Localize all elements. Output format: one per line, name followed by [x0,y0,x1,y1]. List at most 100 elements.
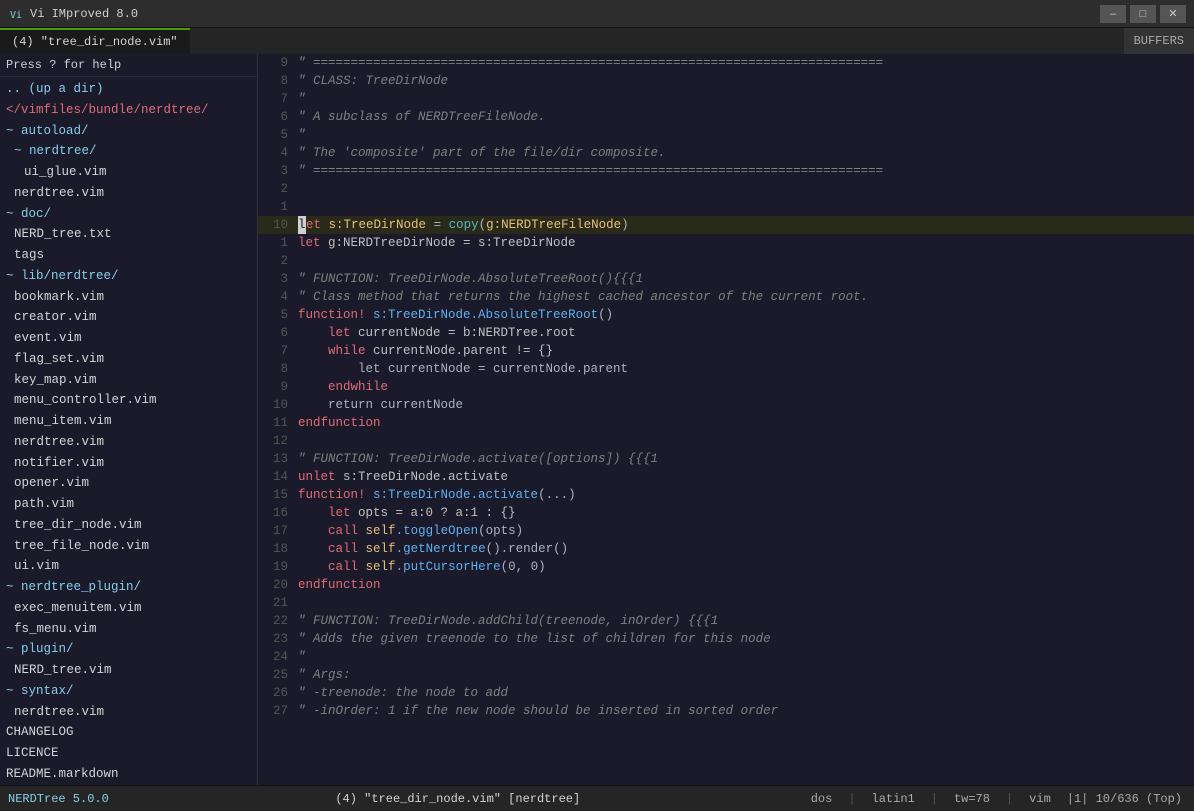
line-number: 25 [258,666,298,684]
line-content: while currentNode.parent != {} [298,342,1194,360]
code-line: 23" Adds the given treenode to the list … [258,630,1194,648]
line-number: 14 [258,468,298,486]
line-number: 2 [258,252,298,270]
line-number: 20 [258,576,298,594]
line-number: 3 [258,162,298,180]
sidebar-item[interactable]: .. (up a dir) [0,79,257,100]
line-number: 8 [258,72,298,90]
sidebar-item[interactable]: ~ doc/ [0,204,257,225]
code-line: 11endfunction [258,414,1194,432]
buffers-button[interactable]: BUFFERS [1124,28,1194,54]
line-content: let opts = a:0 ? a:1 : {} [298,504,1194,522]
sidebar-item[interactable]: menu_item.vim [0,411,257,432]
line-content: " CLASS: TreeDirNode [298,72,1194,90]
sidebar-item[interactable]: opener.vim [0,473,257,494]
line-number: 8 [258,360,298,378]
code-line: 12 [258,432,1194,450]
line-content: " [298,90,1194,108]
main-layout: Press ? for help .. (up a dir)</vimfiles… [0,54,1194,785]
sidebar-item[interactable]: ui.vim [0,556,257,577]
code-line: 5" [258,126,1194,144]
sidebar-item[interactable]: exec_menuitem.vim [0,598,257,619]
line-content: let s:TreeDirNode = copy(g:NERDTreeFileN… [298,216,1194,234]
sidebar-item[interactable]: tree_dir_node.vim [0,515,257,536]
line-content: let currentNode = b:NERDTree.root [298,324,1194,342]
line-content: " Args: [298,666,1194,684]
line-content: " The 'composite' part of the file/dir c… [298,144,1194,162]
line-content: call self.toggleOpen(opts) [298,522,1194,540]
sidebar-item[interactable]: fs_menu.vim [0,619,257,640]
line-content [298,594,1194,612]
status-filename: (4) "tree_dir_node.vim" [nerdtree] [117,792,799,806]
code-line: 10let s:TreeDirNode = copy(g:NERDTreeFil… [258,216,1194,234]
sidebar[interactable]: Press ? for help .. (up a dir)</vimfiles… [0,54,258,785]
svg-text:Vi: Vi [10,10,22,21]
sidebar-item[interactable]: CHANGELOG [0,722,257,743]
line-number: 17 [258,522,298,540]
line-number: 5 [258,306,298,324]
code-line: 9 endwhile [258,378,1194,396]
code-scroll[interactable]: 9" =====================================… [258,54,1194,785]
sidebar-item[interactable]: tree_file_node.vim [0,536,257,557]
sidebar-item[interactable]: nerdtree.vim [0,432,257,453]
code-line: 4" The 'composite' part of the file/dir … [258,144,1194,162]
line-number: 18 [258,540,298,558]
sidebar-item[interactable]: ~ lib/nerdtree/ [0,266,257,287]
sidebar-item[interactable]: bookmark.vim [0,287,257,308]
sidebar-item[interactable]: nerdtree.vim [0,183,257,204]
line-number: 9 [258,378,298,396]
tab-tree-dir-node[interactable]: (4) "tree_dir_node.vim" [0,28,190,54]
line-content: call self.putCursorHere(0, 0) [298,558,1194,576]
status-nerdtree: NERDTree 5.0.0 [0,792,117,806]
code-line: 13" FUNCTION: TreeDirNode.activate([opti… [258,450,1194,468]
sidebar-item[interactable]: path.vim [0,494,257,515]
status-dos: dos [807,792,837,806]
sidebar-item[interactable]: README.markdown [0,764,257,785]
line-number: 4 [258,144,298,162]
titlebar-controls: – □ ✕ [1100,5,1186,23]
line-number: 4 [258,288,298,306]
code-line: 24" [258,648,1194,666]
sidebar-item[interactable]: ~ nerdtree_plugin/ [0,577,257,598]
line-number: 11 [258,414,298,432]
sidebar-item[interactable]: </vimfiles/bundle/nerdtree/ [0,100,257,121]
code-line: 19 call self.putCursorHere(0, 0) [258,558,1194,576]
line-number: 10 [258,216,298,234]
line-content: function! s:TreeDirNode.activate(...) [298,486,1194,504]
titlebar: Vi Vi IMproved 8.0 – □ ✕ [0,0,1194,28]
sidebar-item[interactable]: flag_set.vim [0,349,257,370]
line-content: endfunction [298,414,1194,432]
sidebar-item[interactable]: key_map.vim [0,370,257,391]
line-content: let g:NERDTreeDirNode = s:TreeDirNode [298,234,1194,252]
sidebar-item[interactable]: ~ autoload/ [0,121,257,142]
sidebar-item[interactable]: LICENCE [0,743,257,764]
code-lines: 9" =====================================… [258,54,1194,720]
status-latin1: latin1 [868,792,919,806]
sidebar-item[interactable]: ~ syntax/ [0,681,257,702]
status-right: dos | latin1 | tw=78 | vim |1| 10/636 (T… [799,792,1194,806]
sidebar-item[interactable]: menu_controller.vim [0,390,257,411]
sidebar-item[interactable]: ~ nerdtree/ [0,141,257,162]
line-number: 10 [258,396,298,414]
sidebar-item[interactable]: NERD_tree.txt [0,224,257,245]
maximize-button[interactable]: □ [1130,5,1156,23]
line-content: endfunction [298,576,1194,594]
sidebar-item[interactable]: nerdtree.vim [0,702,257,723]
code-line: 14unlet s:TreeDirNode.activate [258,468,1194,486]
line-number: 7 [258,342,298,360]
vim-icon: Vi [8,6,24,22]
minimize-button[interactable]: – [1100,5,1126,23]
code-line: 8 let currentNode = currentNode.parent [258,360,1194,378]
sidebar-item[interactable]: ui_glue.vim [0,162,257,183]
sidebar-item[interactable]: NERD_tree.vim [0,660,257,681]
close-button[interactable]: ✕ [1160,5,1186,23]
sidebar-item[interactable]: event.vim [0,328,257,349]
sidebar-item[interactable]: creator.vim [0,307,257,328]
line-number: 23 [258,630,298,648]
sidebar-item[interactable]: ~ plugin/ [0,639,257,660]
sidebar-item[interactable]: notifier.vim [0,453,257,474]
code-line: 17 call self.toggleOpen(opts) [258,522,1194,540]
line-content: " -inOrder: 1 if the new node should be … [298,702,1194,720]
line-number: 1 [258,198,298,216]
sidebar-item[interactable]: tags [0,245,257,266]
